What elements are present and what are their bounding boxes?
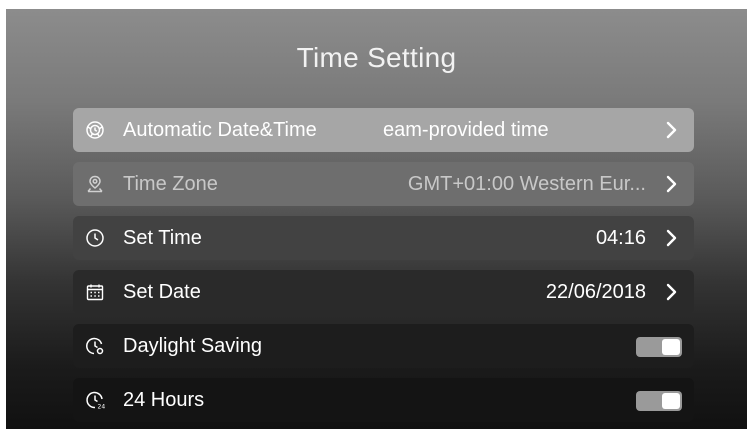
- daylight-saving-label: Daylight Saving: [123, 335, 262, 357]
- globe-clock-icon: [85, 120, 105, 140]
- set-time-value: 04:16: [595, 227, 646, 249]
- hours-24-row: 24 24 Hours: [73, 378, 694, 422]
- time-zone-label: Time Zone: [123, 173, 218, 195]
- daylight-clock-icon: [85, 336, 105, 356]
- set-date-value: 22/06/2018: [545, 281, 646, 303]
- automatic-date-time-value: eam-provided time: [383, 119, 549, 141]
- location-pin-icon: [85, 174, 105, 194]
- time-setting-screen: Time Setting Automatic Date&Time eam-pro…: [6, 9, 747, 429]
- automatic-date-time-row[interactable]: Automatic Date&Time eam-provided time: [73, 108, 694, 152]
- page-title: Time Setting: [296, 42, 457, 73]
- automatic-date-time-label: Automatic Date&Time: [123, 119, 317, 141]
- toggle-knob: [662, 393, 680, 409]
- chevron-right-icon: [664, 120, 678, 140]
- clock-icon: [85, 228, 105, 248]
- daylight-saving-toggle[interactable]: [636, 337, 682, 357]
- hours-24-label: 24 Hours: [123, 389, 205, 411]
- chevron-right-icon: [664, 282, 678, 302]
- time-zone-row[interactable]: Time Zone GMT+01:00 Western Eur...: [73, 162, 694, 206]
- time-zone-value: GMT+01:00 Western Eur...: [407, 173, 646, 195]
- hours-24-toggle[interactable]: [636, 391, 682, 411]
- set-time-row[interactable]: Set Time 04:16: [73, 216, 694, 260]
- clock-24-icon: 24: [85, 390, 105, 410]
- calendar-icon: [85, 282, 105, 302]
- daylight-saving-row: Daylight Saving: [73, 324, 694, 368]
- set-time-label: Set Time: [123, 227, 202, 249]
- chevron-right-icon: [664, 174, 678, 194]
- set-date-label: Set Date: [123, 281, 201, 303]
- svg-text:24: 24: [98, 404, 106, 411]
- toggle-knob: [662, 339, 680, 355]
- set-date-row[interactable]: Set Date 22/06/2018: [73, 270, 694, 314]
- chevron-right-icon: [664, 228, 678, 248]
